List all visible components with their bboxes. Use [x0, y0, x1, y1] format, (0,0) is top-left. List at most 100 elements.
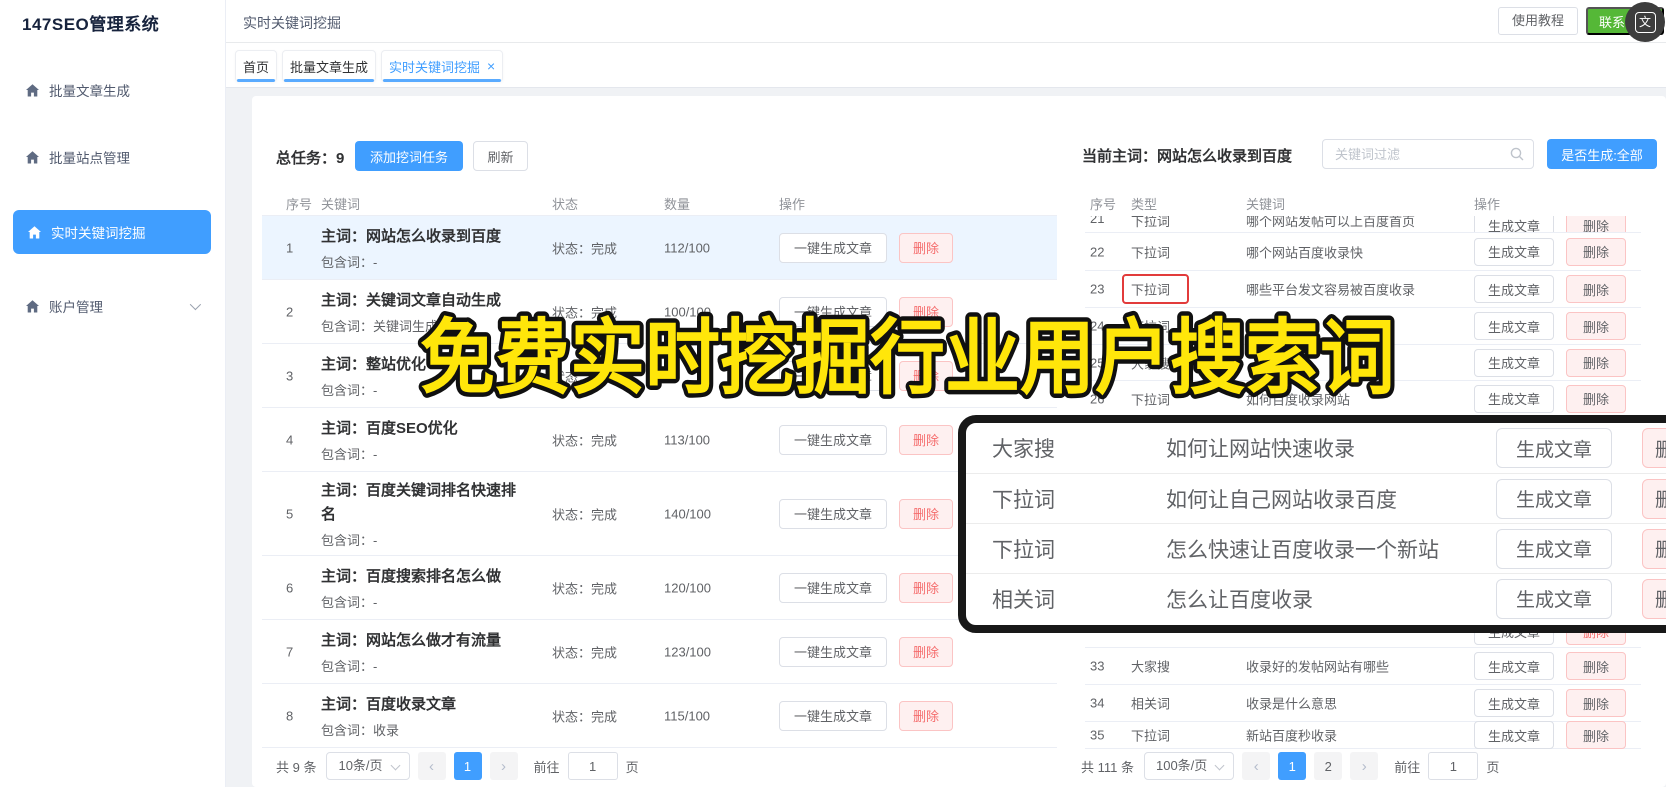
generate-article-button[interactable]: 生成文章: [1474, 312, 1554, 340]
translate-glyph: 文: [1634, 11, 1656, 33]
table-row[interactable]: 1 主词：网站怎么收录到百度 包含词：- 状态：完成 112/100 一键生成文章 删除: [262, 216, 1057, 280]
generate-article-button[interactable]: 生成文章: [1474, 237, 1554, 266]
magnified-row[interactable]: 下拉词 如何让自己网站收录百度 生成文章删除: [966, 473, 1666, 523]
delete-button[interactable]: 删除: [899, 572, 953, 603]
delete-button[interactable]: 删除: [1642, 528, 1666, 569]
generate-article-button[interactable]: 生成文章: [1474, 721, 1554, 749]
delete-button[interactable]: 删除: [899, 360, 953, 391]
keyword-type: 下拉词: [1131, 728, 1171, 744]
table-row[interactable]: 3 主词：整站优化 包含词：- 状态：完成 一键生成文章 删除: [262, 344, 1057, 408]
main-keyword: 主词：网站怎么做才有流量: [321, 631, 502, 649]
sidebar-item-label: 批量站点管理: [49, 151, 130, 166]
generate-article-button[interactable]: 生成文章: [1474, 216, 1554, 232]
count-value: 113/100: [664, 432, 711, 447]
count-value: 123/100: [664, 644, 711, 659]
magnified-row[interactable]: 相关词 怎么让百度收录 生成文章删除: [966, 573, 1666, 623]
prev-page-button[interactable]: ‹: [1242, 752, 1271, 780]
table-row[interactable]: 21 下拉词 哪个网站发帖可以上百度首页 生成文章 删除: [1085, 216, 1641, 233]
main-keyword: 主词：整站优化: [321, 355, 427, 373]
page-button-1[interactable]: 1: [1278, 752, 1307, 780]
status-text: 状态：完成: [552, 709, 618, 724]
table-row[interactable]: 33 大家搜 收录好的发帖网站有哪些 生成文章 删除: [1085, 648, 1641, 685]
generate-article-button[interactable]: 一键生成文章: [779, 424, 887, 455]
generate-article-button[interactable]: 生成文章: [1474, 631, 1554, 645]
generate-article-button[interactable]: 生成文章: [1496, 478, 1612, 519]
delete-button[interactable]: 删除: [1566, 348, 1626, 377]
table-row[interactable]: 2 主词：关键词文章自动生成 包含词：关键词生成 状态：完成 100/100 一键生成文章…: [262, 280, 1057, 344]
generate-article-button[interactable]: 生成文章: [1474, 275, 1554, 303]
generate-article-button[interactable]: 生成文章: [1474, 652, 1554, 680]
generate-article-button[interactable]: 生成文章: [1474, 348, 1554, 377]
sidebar-item-2[interactable]: 批量站点管理: [0, 135, 226, 179]
generate-article-button[interactable]: 一键生成文章: [779, 296, 887, 327]
next-page-button[interactable]: ›: [1350, 752, 1379, 780]
magnifier-inset: 大家搜如何让网站快速收录生成文章删除下拉词如何让自己网站收录百度生成文章删除下拉…: [958, 415, 1666, 633]
delete-button[interactable]: 删除: [1642, 578, 1666, 619]
home-icon: [25, 150, 40, 165]
home-icon: [27, 225, 42, 240]
status-text: 状态：完成: [552, 581, 618, 596]
keyword-cell: 主词：百度关键词排名快速排名 包含词：-: [321, 479, 526, 549]
magnified-row[interactable]: 下拉词 怎么快速让百度收录一个新站 生成文章删除: [966, 523, 1666, 573]
next-page-button[interactable]: ›: [489, 752, 518, 780]
table-row[interactable]: 25 大家搜 生成文章 删除: [1085, 345, 1641, 381]
delete-button[interactable]: 删除: [899, 296, 953, 327]
delete-button[interactable]: 删除: [899, 232, 953, 263]
delete-button[interactable]: 删除: [1566, 631, 1626, 645]
table-row[interactable]: 34 相关词 收录是什么意思 生成文章 删除: [1085, 685, 1641, 722]
translate-widget-icon[interactable]: 文: [1625, 2, 1665, 42]
goto-page-input[interactable]: [567, 752, 618, 780]
keyword-text: 收录好的发帖网站有哪些: [1246, 659, 1390, 675]
delete-button[interactable]: 删除: [899, 636, 953, 667]
table-row[interactable]: 22 下拉词 哪个网站百度收录快 生成文章 删除: [1085, 233, 1641, 271]
delete-button[interactable]: 删除: [1642, 478, 1666, 519]
delete-button[interactable]: 删除: [899, 498, 953, 529]
page-button-1[interactable]: 1: [453, 752, 482, 780]
table-row[interactable]: 26 下拉词 如何百度收录网站 生成文章 删除: [1085, 381, 1641, 417]
generate-article-button[interactable]: 一键生成文章: [779, 572, 887, 603]
page-button-2[interactable]: 2: [1314, 752, 1343, 780]
generate-article-button[interactable]: 一键生成文章: [779, 700, 887, 731]
delete-button[interactable]: 删除: [899, 424, 953, 455]
keyword-cell: 主词：关键词文章自动生成 包含词：关键词生成: [321, 289, 526, 335]
table-row[interactable]: 23 下拉词 哪些平台发文容易被百度收录 生成文章 删除: [1085, 271, 1641, 308]
delete-button[interactable]: 删除: [899, 700, 953, 731]
generate-article-button[interactable]: 生成文章: [1474, 384, 1554, 413]
page-size-select[interactable]: 10条/页: [326, 752, 410, 780]
delete-button[interactable]: 删除: [1566, 216, 1626, 232]
prev-page-button[interactable]: ‹: [417, 752, 446, 780]
generate-article-button[interactable]: 一键生成文章: [779, 232, 887, 263]
generate-article-button[interactable]: 生成文章: [1496, 578, 1612, 619]
app-logo: 147SEO管理系统: [22, 15, 160, 34]
delete-button[interactable]: 删除: [1566, 237, 1626, 266]
table-row[interactable]: 8 主词：百度收录文章 包含词：收录 状态：完成 115/100 一键生成文章 删除: [262, 684, 1057, 748]
generate-article-button[interactable]: 一键生成文章: [779, 360, 887, 391]
keyword-text: 如何百度收录网站: [1246, 392, 1351, 407]
generate-article-button[interactable]: 生成文章: [1474, 689, 1554, 717]
sidebar-item-4[interactable]: 账户管理: [0, 284, 226, 328]
sidebar-item-1[interactable]: 批量文章生成: [0, 68, 226, 112]
generate-article-button[interactable]: 生成文章: [1496, 528, 1612, 569]
delete-button[interactable]: 删除: [1642, 428, 1666, 468]
delete-button[interactable]: 删除: [1566, 275, 1626, 303]
table-row[interactable]: 4 主词：百度SEO优化 包含词：- 状态：完成 113/100 一键生成文章 删除: [262, 408, 1057, 472]
left-table-body: 1 主词：网站怎么收录到百度 包含词：- 状态：完成 112/100 一键生成文章 删除 2 主…: [262, 0, 1057, 787]
table-row[interactable]: 35 下拉词 新站百度秒收录 生成文章 删除: [1085, 721, 1641, 749]
page-size-select[interactable]: 100条/页: [1143, 752, 1235, 780]
table-row[interactable]: 5 主词：百度关键词排名快速排名 包含词：- 状态：完成 140/100 一键生成文章 删除: [262, 472, 1057, 556]
generate-article-button[interactable]: 生成文章: [1496, 428, 1612, 468]
table-row[interactable]: 24 下拉词 生成文章 删除: [1085, 308, 1641, 345]
delete-button[interactable]: 删除: [1566, 689, 1626, 717]
delete-button[interactable]: 删除: [1566, 652, 1626, 680]
generate-article-button[interactable]: 一键生成文章: [779, 498, 887, 529]
delete-button[interactable]: 删除: [1566, 384, 1626, 413]
delete-button[interactable]: 删除: [1566, 721, 1626, 749]
delete-button[interactable]: 删除: [1566, 312, 1626, 340]
sidebar-item-3[interactable]: 实时关键词挖掘: [13, 210, 211, 254]
keyword-cell: 主词：整站优化 包含词：-: [321, 353, 526, 399]
table-row[interactable]: 7 主词：网站怎么做才有流量 包含词：- 状态：完成 123/100 一键生成文章 删除: [262, 620, 1057, 684]
generate-article-button[interactable]: 一键生成文章: [779, 636, 887, 667]
table-row[interactable]: 6 主词：百度搜索排名怎么做 包含词：- 状态：完成 120/100 一键生成文章 删除: [262, 556, 1057, 620]
goto-page-input[interactable]: [1428, 752, 1479, 780]
magnified-row[interactable]: 大家搜 如何让网站快速收录 生成文章删除: [966, 423, 1666, 473]
